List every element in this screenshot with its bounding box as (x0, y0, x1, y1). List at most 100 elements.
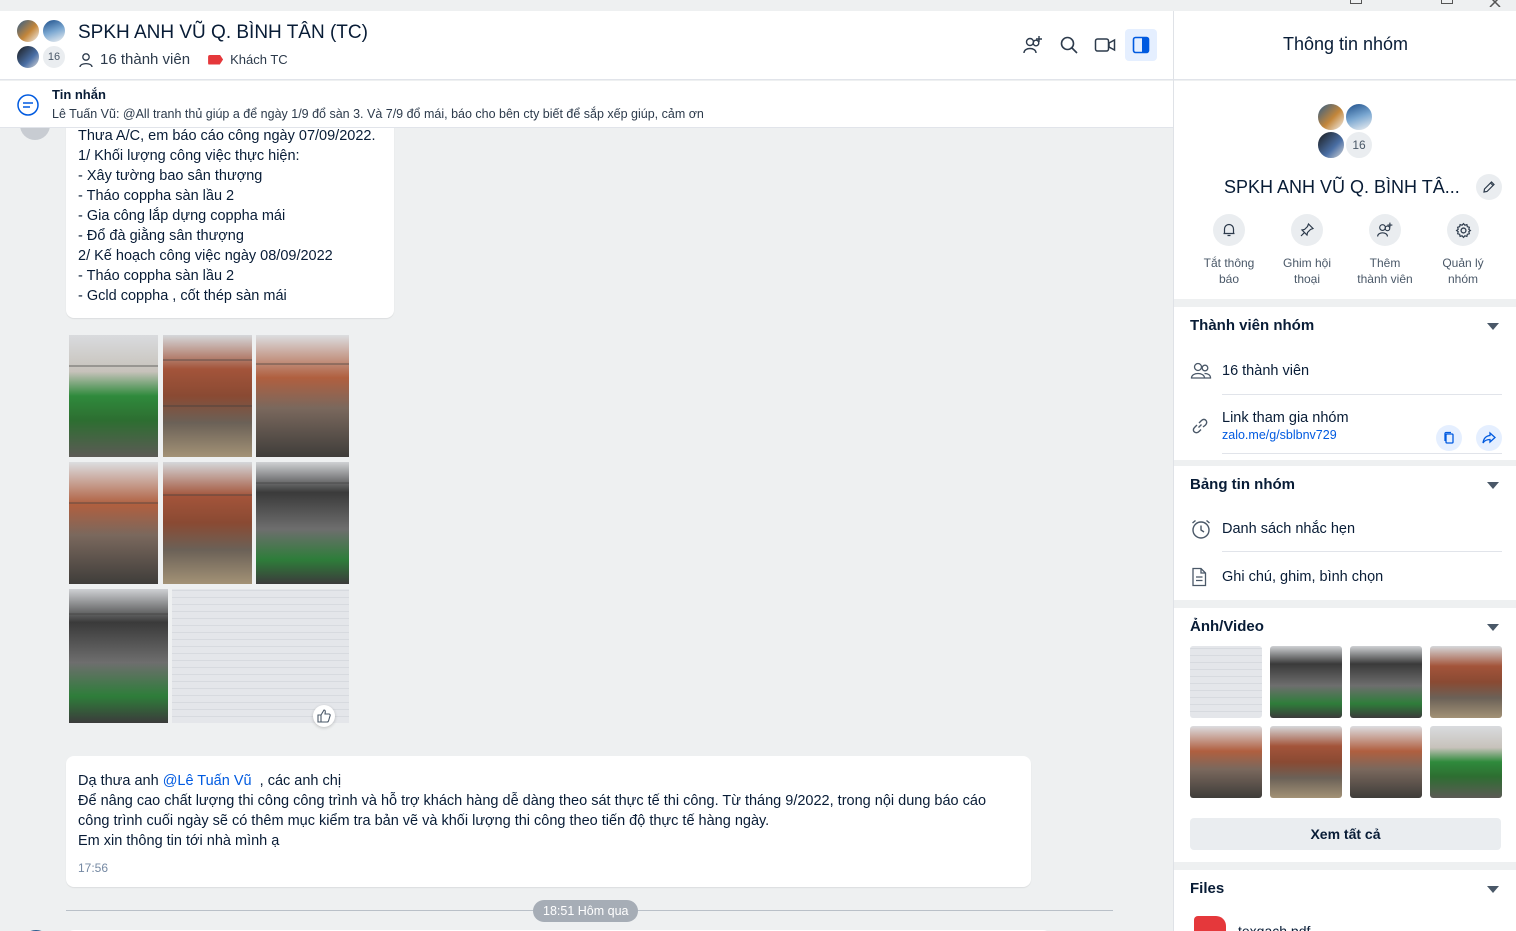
video-call-button[interactable] (1089, 29, 1121, 61)
photo[interactable] (256, 462, 349, 584)
report-message[interactable]: Thưa A/C, em báo cáo công ngày 07/09/202… (66, 128, 394, 318)
chat-title[interactable]: SPKH ANH VŨ Q. BÌNH TÂN (TC) (78, 22, 368, 44)
media-thumbnail[interactable] (1350, 726, 1422, 798)
photo[interactable] (256, 335, 349, 457)
notes-row[interactable]: Ghi chú, ghim, bình chọn (1190, 557, 1383, 597)
minimize-icon[interactable] (1350, 0, 1362, 4)
photo[interactable] (163, 462, 252, 584)
chat-tag[interactable]: Khách TC (208, 52, 288, 67)
maximize-icon[interactable] (1441, 0, 1453, 4)
bell-icon (1223, 223, 1235, 237)
copy-link-button[interactable] (1436, 425, 1462, 451)
gear-icon (1455, 222, 1471, 238)
join-link-label: Link tham gia nhóm (1222, 410, 1349, 426)
action-label: Thêm (1369, 256, 1401, 270)
photo[interactable] (69, 589, 168, 723)
join-link-url[interactable]: zalo.me/g/sblbnv729 (1222, 428, 1349, 442)
members-icon (1190, 361, 1214, 381)
collapse-icon[interactable] (1487, 323, 1499, 330)
file-item[interactable]: texgach.pdf (1194, 916, 1310, 931)
pencil-icon (1483, 181, 1495, 193)
section-title[interactable]: Files (1190, 880, 1224, 897)
group-info-panel: Thông tin nhóm 16 SPKH ANH VŨ Q. BÌNH TÂ… (1173, 11, 1516, 931)
add-member-button[interactable] (1017, 29, 1049, 61)
chat-column: 16 SPKH ANH VŨ Q. BÌNH TÂN (TC) 16 thành… (0, 11, 1173, 931)
group-name: SPKH ANH VŨ Q. BÌNH TÂ... (1224, 177, 1460, 197)
edit-name-button[interactable] (1476, 174, 1502, 200)
members-section: Thành viên nhóm 16 thành viên Link tham … (1174, 307, 1516, 460)
pin-conversation-button[interactable]: Ghim hội thoại (1267, 214, 1347, 287)
join-link-row[interactable]: Link tham gia nhóm zalo.me/g/sblbnv729 (1190, 408, 1349, 444)
action-label: Quản lý (1442, 256, 1484, 270)
message-line: 2/ Kế hoạch công việc ngày 08/09/2022 (78, 248, 333, 264)
mute-notifications-button[interactable]: Tắt thông báo (1189, 214, 1269, 287)
section-title[interactable]: Ảnh/Video (1190, 618, 1264, 635)
like-button[interactable] (313, 705, 335, 727)
mention-link[interactable]: @Lê Tuấn Vũ (163, 773, 252, 789)
tag-icon (208, 54, 224, 65)
manage-group-button[interactable]: Quản lý nhóm (1423, 214, 1503, 287)
photo-grid (66, 322, 350, 723)
message-line: - Gcld coppha , cốt thép sàn mái (78, 288, 287, 304)
group-avatar[interactable]: 16 (1317, 103, 1377, 163)
share-link-button[interactable] (1476, 425, 1502, 451)
media-thumbnail[interactable] (1430, 726, 1502, 798)
see-all-button[interactable]: Xem tất cả (1190, 818, 1501, 850)
close-icon[interactable] (1489, 0, 1501, 8)
media-thumbnail[interactable] (1270, 646, 1342, 718)
search-button[interactable] (1053, 29, 1085, 61)
pin-icon (1300, 222, 1315, 237)
divider (1222, 551, 1502, 552)
collapse-icon[interactable] (1487, 886, 1499, 893)
time-divider: 18:51 Hôm qua (533, 900, 639, 922)
panel-header: Thông tin nhóm (1174, 11, 1516, 80)
pinned-message[interactable]: Tin nhắn Lê Tuấn Vũ: @All tranh thủ giúp… (0, 81, 1173, 128)
members-row[interactable]: 16 thành viên (1190, 351, 1309, 391)
message-list[interactable]: Thưa A/C, em báo cáo công ngày 07/09/202… (0, 128, 1173, 931)
blueprint-photo[interactable] (172, 589, 349, 723)
photo[interactable] (69, 462, 158, 584)
sender-avatar[interactable] (20, 128, 50, 140)
member-avatar (16, 45, 40, 69)
members-link[interactable]: 16 thành viên (100, 51, 190, 68)
search-icon (1060, 36, 1078, 54)
section-title[interactable]: Bảng tin nhóm (1190, 476, 1295, 493)
message-line: - Xây tường bao sân thượng (78, 168, 263, 184)
media-thumbnail[interactable] (1350, 646, 1422, 718)
photo[interactable] (69, 335, 158, 457)
toggle-info-panel-button[interactable] (1125, 29, 1157, 61)
member-count-badge: 16 (42, 45, 66, 69)
media-thumbnail[interactable] (1190, 726, 1262, 798)
reminders-label: Danh sách nhắc hẹn (1222, 521, 1356, 537)
message-line: Thưa A/C, em báo cáo công ngày 07/09/202… (78, 128, 376, 144)
media-thumbnail[interactable] (1430, 646, 1502, 718)
pdf-file-icon (1194, 916, 1226, 931)
photo[interactable] (163, 335, 252, 457)
group-board-section: Bảng tin nhóm Danh sách nhắc hẹn Ghi chú… (1174, 466, 1516, 600)
pinned-text: Lê Tuấn Vũ: @All tranh thủ giúp a để ngà… (52, 107, 704, 121)
message-line: - Tháo coppha sàn lầu 2 (78, 188, 235, 204)
reminders-row[interactable]: Danh sách nhắc hẹn (1190, 509, 1355, 549)
members-count: 16 thành viên (1222, 363, 1310, 379)
add-member-button[interactable]: Thêm thành viên (1345, 214, 1425, 287)
section-title[interactable]: Thành viên nhóm (1190, 317, 1314, 334)
reply-message[interactable]: Dạ thưa anh @Lê Tuấn Vũ , các anh chị Để… (66, 756, 1031, 887)
file-name: texgach.pdf (1238, 923, 1311, 931)
collapse-icon[interactable] (1487, 482, 1499, 489)
tag-label: Khách TC (230, 52, 288, 67)
media-thumbnail[interactable] (1270, 726, 1342, 798)
divider (1222, 453, 1502, 454)
member-avatar (16, 19, 40, 43)
group-summary: 16 SPKH ANH VŨ Q. BÌNH TÂ... Tắt thông bá… (1174, 81, 1516, 299)
members-icon (78, 52, 94, 68)
media-thumbnail[interactable] (1190, 646, 1262, 718)
share-icon (1482, 431, 1496, 444)
collapse-icon[interactable] (1487, 624, 1499, 631)
action-label: nhóm (1447, 272, 1479, 286)
action-label: báo (1218, 272, 1240, 286)
reply-prefix: Dạ thưa anh (78, 773, 163, 789)
member-avatar (42, 19, 66, 43)
group-avatar[interactable]: 16 (16, 19, 68, 71)
message-line: Em xin thông tin tới nhà mình ạ (78, 833, 280, 849)
message-icon (16, 93, 40, 122)
